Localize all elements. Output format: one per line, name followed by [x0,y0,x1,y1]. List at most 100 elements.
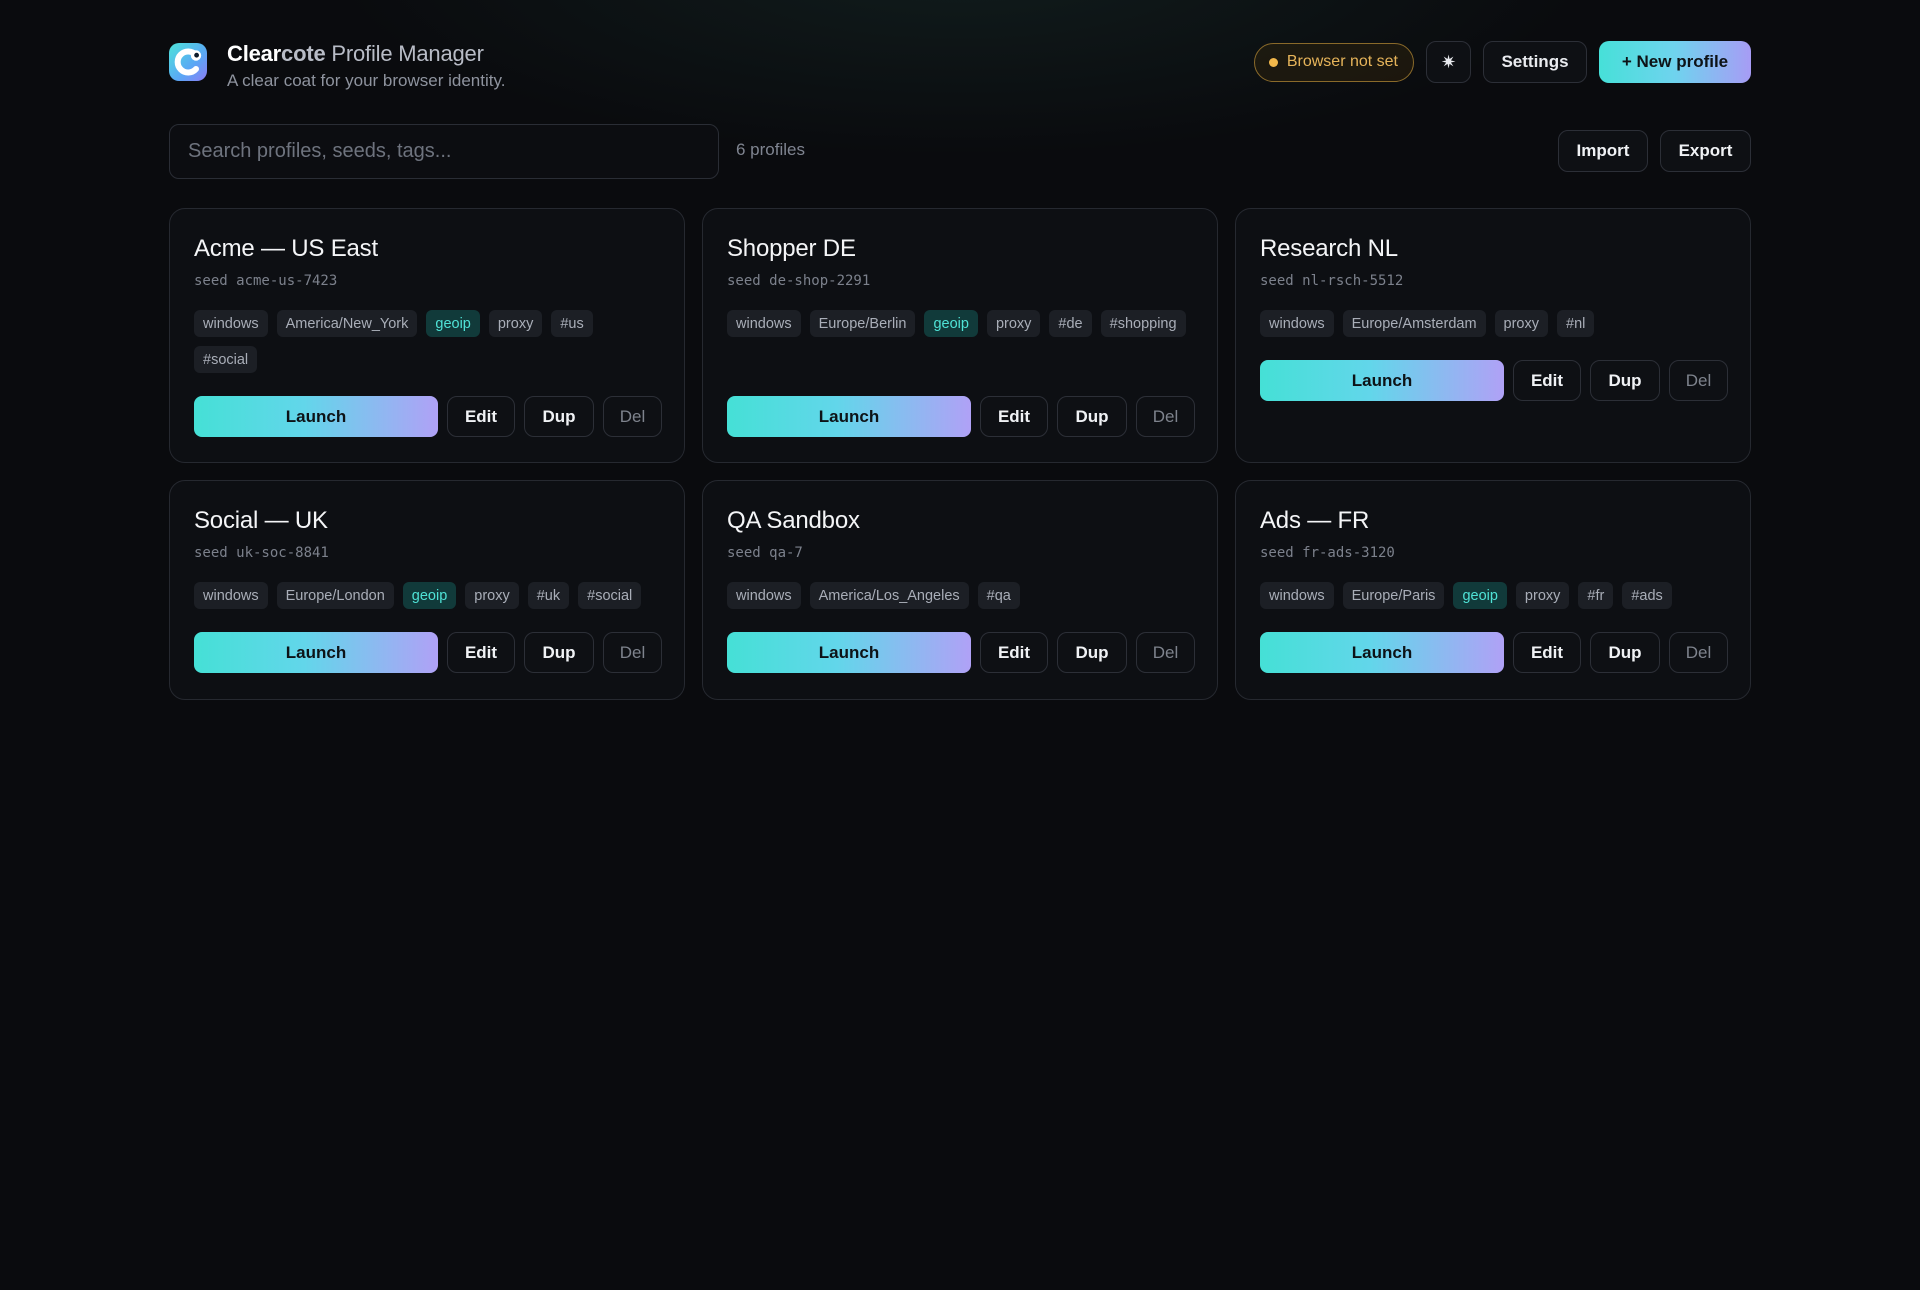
duplicate-button[interactable]: Dup [1057,632,1127,673]
edit-button[interactable]: Edit [447,632,515,673]
profile-card: Acme — US East seed acme-us-7423 windows… [169,208,685,463]
profile-seed: seed de-shop-2291 [727,273,871,289]
tag-proxy: proxy [986,310,1041,337]
profile-seed: seed nl-rsch-5512 [1260,273,1404,289]
tag-hashtag: #shopping [1100,310,1186,337]
app-title-mid: cote [281,41,326,66]
tag-os: windows [194,582,268,609]
profile-seed: seed qa-7 [727,545,803,561]
tag-timezone: Europe/Paris [1342,582,1445,609]
app-subtitle: A clear coat for your browser identity. [227,71,506,90]
profile-tags: windows Europe/Berlin geoip proxy #de #s… [727,310,1197,337]
tag-geoip: geoip [426,310,480,337]
browser-status-label: Browser not set [1286,53,1398,70]
card-actions: Launch Edit Dup Del [1260,632,1728,673]
launch-button[interactable]: Launch [194,396,438,437]
app-container: Clearcote Profile Manager A clear coat f… [169,0,1751,700]
profile-seed: seed fr-ads-3120 [1260,545,1395,561]
profile-name: Shopper DE [727,235,856,262]
app-title: Clearcote Profile Manager [227,40,505,68]
tag-proxy: proxy [1494,310,1548,337]
tag-hashtag: #fr [1578,582,1614,609]
theme-toggle-button[interactable]: ✷ [1426,41,1471,83]
edit-button[interactable]: Edit [1513,632,1581,673]
tag-proxy: proxy [1515,582,1570,609]
tag-hashtag: #social [578,582,642,609]
tag-hashtag: #social [194,346,258,373]
browser-status-badge[interactable]: Browser not set [1253,42,1414,82]
profile-card: Ads — FR seed fr-ads-3120 windows Europe… [1235,480,1751,700]
launch-button[interactable]: Launch [1260,360,1504,401]
tag-hashtag: #de [1049,310,1092,337]
duplicate-button[interactable]: Dup [1590,360,1660,401]
app-header: Clearcote Profile Manager A clear coat f… [169,0,1751,124]
profile-name: Social — UK [194,507,328,534]
tag-os: windows [1260,310,1334,337]
export-button[interactable]: Export [1660,130,1751,172]
profile-name: QA Sandbox [727,507,860,534]
tag-proxy: proxy [465,582,519,609]
new-profile-button[interactable]: + New profile [1599,41,1751,83]
tag-os: windows [194,310,268,337]
tag-geoip: geoip [402,582,457,609]
delete-button[interactable]: Del [1136,396,1195,437]
tag-timezone: America/Los_Angeles [809,582,969,609]
toolbar: 6 profiles Import Export [169,124,1751,180]
profile-card: Shopper DE seed de-shop-2291 windows Eur… [702,208,1218,463]
warning-dot-icon [1268,57,1278,67]
tag-timezone: Europe/Berlin [809,310,916,337]
settings-button[interactable]: Settings [1483,41,1587,83]
profile-tags: windows Europe/Amsterdam proxy #nl [1260,310,1730,337]
app-title-rest: Profile Manager [325,41,484,66]
tag-hashtag: #nl [1557,310,1595,337]
launch-button[interactable]: Launch [727,632,971,673]
launch-button[interactable]: Launch [1260,632,1504,673]
edit-button[interactable]: Edit [1513,360,1581,401]
card-actions: Launch Edit Dup Del [194,396,662,437]
launch-button[interactable]: Launch [194,632,438,673]
tag-os: windows [1260,582,1334,609]
delete-button[interactable]: Del [603,396,662,437]
profile-name: Ads — FR [1260,507,1370,534]
profile-tags: windows America/Los_Angeles #qa [727,582,1197,609]
profile-name: Research NL [1260,235,1398,262]
duplicate-button[interactable]: Dup [524,632,594,673]
delete-button[interactable]: Del [1669,632,1728,673]
card-actions: Launch Edit Dup Del [194,632,662,673]
duplicate-button[interactable]: Dup [1057,396,1127,437]
tag-hashtag: #ads [1622,582,1672,609]
tag-geoip: geoip [924,310,978,337]
brand-text: Clearcote Profile Manager A clear coat f… [227,40,505,91]
delete-button[interactable]: Del [1669,360,1728,401]
tag-proxy: proxy [488,310,543,337]
profile-name: Acme — US East [194,235,378,262]
tag-timezone: Europe/Amsterdam [1342,310,1486,337]
profile-tags: windows Europe/London geoip proxy #uk #s… [194,582,664,609]
tag-hashtag: #uk [527,582,570,609]
clearcote-logo-icon [169,43,207,81]
card-actions: Launch Edit Dup Del [727,396,1195,437]
profile-seed: seed acme-us-7423 [194,273,338,289]
sun-icon: ✷ [1440,51,1457,72]
launch-button[interactable]: Launch [727,396,971,437]
edit-button[interactable]: Edit [980,632,1048,673]
delete-button[interactable]: Del [603,632,662,673]
tag-geoip: geoip [1453,582,1507,609]
brand: Clearcote Profile Manager A clear coat f… [169,40,505,91]
profile-tags: windows Europe/Paris geoip proxy #fr #ad… [1260,582,1730,609]
header-actions: Browser not set ✷ Settings + New profile [1253,41,1751,83]
tag-hashtag: #us [551,310,593,337]
duplicate-button[interactable]: Dup [1590,632,1660,673]
edit-button[interactable]: Edit [980,396,1048,437]
tag-timezone: America/New_York [276,310,418,337]
tag-os: windows [727,310,801,337]
import-button[interactable]: Import [1558,130,1648,172]
edit-button[interactable]: Edit [447,396,515,437]
search-input[interactable] [169,124,719,179]
profile-card: Social — UK seed uk-soc-8841 windows Eur… [169,480,685,700]
delete-button[interactable]: Del [1136,632,1195,673]
card-actions: Launch Edit Dup Del [727,632,1195,673]
toolbar-actions: Import Export [1558,130,1751,172]
profile-seed: seed uk-soc-8841 [194,545,329,561]
duplicate-button[interactable]: Dup [524,396,594,437]
